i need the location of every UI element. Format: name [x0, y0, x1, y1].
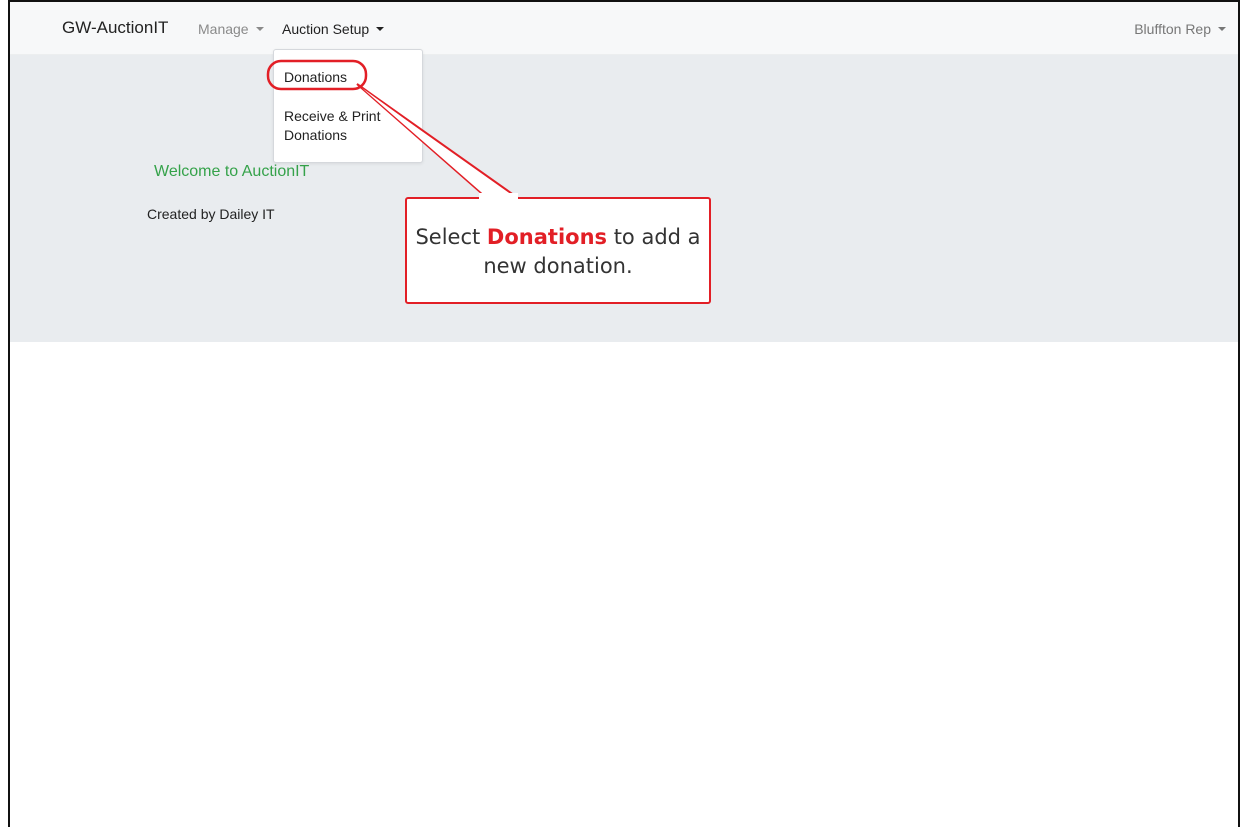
- brand-link[interactable]: GW-AuctionIT: [62, 18, 168, 38]
- user-menu-dropdown[interactable]: Bluffton Rep: [1134, 21, 1226, 37]
- browser-frame: GW-AuctionIT Manage Auction Setup Blufft…: [8, 0, 1240, 827]
- callout-text-bold: Donations: [486, 225, 608, 249]
- caret-down-icon: [255, 27, 264, 31]
- menu-item-label-line2: Donations: [284, 127, 348, 143]
- user-menu-label: Bluffton Rep: [1134, 21, 1211, 37]
- welcome-heading: Welcome to AuctionIT: [154, 163, 310, 180]
- callout-text-before: Select: [415, 225, 487, 249]
- callout-box: Select Donations to add a new donation.: [405, 197, 711, 304]
- nav-manage-dropdown[interactable]: Manage: [198, 21, 264, 37]
- created-by-text: Created by Dailey IT: [147, 206, 275, 222]
- nav-auction-setup-dropdown[interactable]: Auction Setup: [282, 21, 385, 37]
- nav-auction-setup-label: Auction Setup: [282, 21, 370, 37]
- menu-item-label-line1: Receive & Print: [284, 108, 381, 124]
- caret-down-icon: [376, 27, 385, 31]
- callout-joint: [479, 193, 518, 199]
- callout-text: Select Donations to add a new donation.: [407, 223, 709, 281]
- menu-item-receive-print-donations[interactable]: Receive & Print Donations: [284, 107, 385, 145]
- caret-down-icon: [1218, 27, 1226, 31]
- menu-item-donations[interactable]: Donations: [284, 68, 347, 87]
- auction-setup-menu: Donations Receive & Print Donations: [273, 49, 423, 163]
- navbar: GW-AuctionIT Manage Auction Setup Blufft…: [10, 2, 1238, 55]
- nav-manage-label: Manage: [198, 21, 249, 37]
